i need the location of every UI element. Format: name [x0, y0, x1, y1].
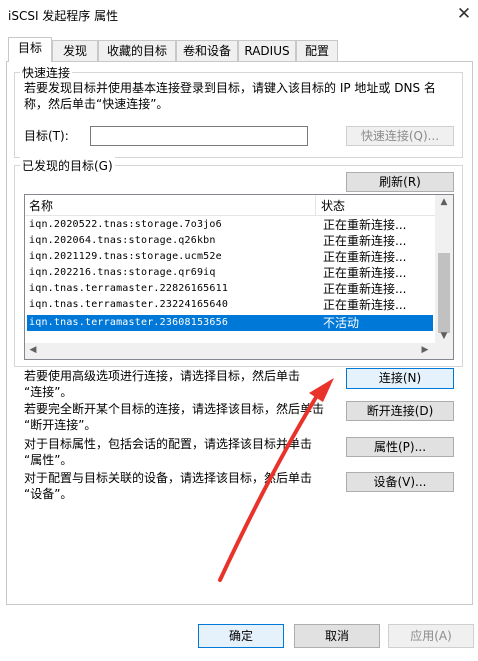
scroll-left-icon[interactable]: ◀: [27, 345, 39, 355]
scroll-down-icon[interactable]: ▼: [435, 331, 453, 341]
scroll-right-icon[interactable]: ▶: [419, 345, 431, 355]
properties-description: 对于目标属性，包括会话的配置，请选择该目标并单击 “属性”。: [24, 437, 313, 467]
apply-button[interactable]: 应用(A): [388, 624, 474, 648]
quick-connect-description: 若要发现目标并使用基本连接登录到目标，请键入该目标的 IP 地址或 DNS 名 …: [24, 81, 436, 111]
ok-button[interactable]: 确定: [198, 624, 284, 648]
refresh-button[interactable]: 刷新(R): [346, 172, 454, 192]
vertical-scrollbar[interactable]: ▲ ▼: [435, 195, 453, 343]
column-status[interactable]: 状态: [321, 197, 345, 214]
cancel-button[interactable]: 取消: [294, 624, 380, 648]
devices-button[interactable]: 设备(V)...: [346, 472, 454, 492]
quick-connect-label: 快速连接: [20, 64, 73, 81]
close-icon[interactable]: ✕: [452, 2, 476, 26]
target-label: 目标(T):: [24, 129, 69, 143]
tab-targets[interactable]: 目标: [8, 37, 52, 62]
targets-list[interactable]: 名称 状态 iqn.2020522.tnas:storage.7o3jo6 正在重…: [24, 194, 454, 360]
column-name[interactable]: 名称: [29, 197, 53, 214]
tab-volumes-devices[interactable]: 卷和设备: [176, 40, 238, 61]
discovered-targets-label: 已发现的目标(G): [20, 157, 115, 174]
table-row[interactable]: iqn.tnas.terramaster.23224165640 正在重新连接..…: [27, 297, 433, 313]
properties-button[interactable]: 属性(P)...: [346, 437, 454, 457]
list-header: 名称 状态: [25, 195, 435, 216]
tab-discovery[interactable]: 发现: [52, 40, 98, 61]
table-row[interactable]: iqn.202216.tnas:storage.qr69iq 正在重新连接...: [27, 265, 433, 281]
quick-connect-button[interactable]: 快速连接(Q)...: [346, 126, 454, 146]
connect-description: 若要使用高级选项进行连接，请选择目标，然后单击 “连接”。: [24, 369, 301, 399]
scroll-up-icon[interactable]: ▲: [435, 197, 453, 207]
horizontal-scrollbar[interactable]: ◀ ▶: [25, 343, 435, 359]
scroll-thumb[interactable]: [438, 253, 450, 333]
tab-radius[interactable]: RADIUS: [238, 40, 296, 61]
window-title: iSCSI 发起程序 属性: [8, 9, 119, 23]
table-row[interactable]: iqn.2020522.tnas:storage.7o3jo6 正在重新连接...: [27, 217, 433, 233]
table-row[interactable]: iqn.202064.tnas:storage.q26kbn 正在重新连接...: [27, 233, 433, 249]
target-input[interactable]: [90, 126, 308, 146]
disconnect-button[interactable]: 断开连接(D): [346, 401, 454, 421]
devices-description: 对于配置与目标关联的设备，请选择该目标，然后单击 “设备”。: [24, 471, 313, 501]
tab-configuration[interactable]: 配置: [296, 40, 338, 61]
table-row-selected[interactable]: iqn.tnas.terramaster.23608153656 不活动: [27, 315, 433, 331]
connect-button[interactable]: 连接(N): [346, 368, 454, 389]
table-row[interactable]: iqn.tnas.terramaster.22826165611 正在重新连接..…: [27, 281, 433, 297]
disconnect-description: 若要完全断开某个目标的连接，请选择该目标，然后单击 “断开连接”。: [24, 402, 325, 432]
tab-favorite-targets[interactable]: 收藏的目标: [98, 40, 176, 61]
table-row[interactable]: iqn.2021129.tnas:storage.ucm52e 正在重新连接...: [27, 249, 433, 265]
